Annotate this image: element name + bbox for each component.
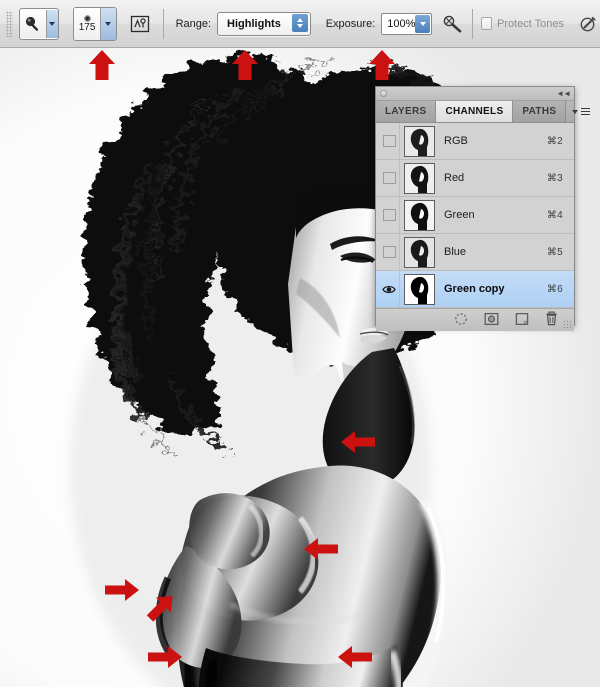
channel-shortcut: ⌘6 <box>546 283 563 295</box>
save-selection-icon <box>484 312 499 325</box>
range-label: Range: <box>175 17 212 30</box>
exposure-input[interactable]: 100% <box>381 12 433 35</box>
channel-name: Red <box>444 172 465 184</box>
visibility-toggle[interactable] <box>379 271 400 307</box>
exposure-value: 100% <box>387 17 416 30</box>
tablet-pressure-button[interactable] <box>578 11 600 37</box>
panel-titlebar[interactable]: ◄◄ <box>376 87 574 101</box>
exposure-label: Exposure: <box>325 17 376 30</box>
channel-row-blue[interactable]: Blue ⌘5 <box>376 234 574 271</box>
eye-icon-off <box>382 135 396 147</box>
protect-tones-label: Protect Tones <box>496 17 564 30</box>
brush-tip-icon <box>83 14 91 22</box>
channel-row-green[interactable]: Green ⌘4 <box>376 197 574 234</box>
channel-row-red[interactable]: Red ⌘3 <box>376 160 574 197</box>
brush-dropdown-arrow[interactable] <box>99 7 116 40</box>
channel-thumbnail <box>404 162 435 194</box>
channel-thumbnail <box>404 199 435 231</box>
airbrush-toggle[interactable] <box>442 11 464 37</box>
airbrush-icon <box>444 15 462 32</box>
tab-layers[interactable]: LAYERS <box>376 101 437 122</box>
double-chevron-icon[interactable]: ◄◄ <box>556 89 571 98</box>
brush-panel-icon <box>130 15 149 32</box>
channel-thumbnail <box>404 236 435 268</box>
channel-shortcut: ⌘2 <box>546 135 563 147</box>
chevron-down-icon <box>419 21 426 26</box>
burn-tool-icon <box>20 9 46 38</box>
chevron-down-icon <box>105 21 112 26</box>
options-bar-grip[interactable] <box>6 10 14 37</box>
annotation-arrow-bottom-left <box>148 645 182 674</box>
channel-thumbnail <box>404 125 435 157</box>
resize-grip-icon[interactable] <box>563 320 573 330</box>
eye-icon-off <box>382 172 396 184</box>
channel-shortcut: ⌘3 <box>546 172 563 184</box>
eye-icon <box>382 285 396 293</box>
panel-tab-strip: LAYERS CHANNELS PATHS <box>376 101 591 123</box>
range-select[interactable]: Highlights <box>217 11 312 36</box>
tool-options-bar: 175 Range: Highlights Exposure: 100% Pro… <box>0 0 600 48</box>
save-selection-button[interactable] <box>484 312 499 329</box>
channel-thumbnail <box>404 273 435 305</box>
channel-list: RGB ⌘2 Red ⌘3 Green ⌘4 Blue ⌘5 Green cop… <box>376 123 574 308</box>
brush-preview: 175 <box>74 7 100 40</box>
tool-preset-dropdown-arrow[interactable] <box>45 9 59 38</box>
annotation-arrow-bottom-right <box>338 645 372 674</box>
channel-row-green-copy[interactable]: Green copy ⌘6 <box>376 271 574 308</box>
chevron-down-icon <box>49 21 56 26</box>
channel-name: Blue <box>444 246 467 258</box>
tab-paths[interactable]: PATHS <box>513 101 567 122</box>
divider <box>162 8 164 39</box>
brush-size-value: 175 <box>78 21 96 33</box>
delete-channel-button[interactable] <box>545 311 558 329</box>
visibility-toggle[interactable] <box>379 160 400 196</box>
chevron-down-icon <box>572 109 579 114</box>
annotation-arrow-hip-left <box>105 578 139 607</box>
tool-preset-picker[interactable] <box>19 7 60 40</box>
chevron-up-icon <box>297 17 304 22</box>
panel-menu-icon[interactable] <box>566 101 596 122</box>
visibility-toggle[interactable] <box>379 197 400 233</box>
eye-icon-off <box>382 246 396 258</box>
channel-name: Green <box>444 209 475 221</box>
channel-shortcut: ⌘5 <box>546 246 563 258</box>
dotted-circle-icon <box>455 312 467 325</box>
channel-shortcut: ⌘4 <box>546 209 563 221</box>
visibility-toggle[interactable] <box>379 123 400 159</box>
channels-panel-footer <box>376 308 574 331</box>
channel-name: RGB <box>444 135 468 147</box>
annotation-arrow-top-2 <box>231 50 259 85</box>
exposure-dropdown-arrow[interactable] <box>415 14 431 33</box>
range-stepper-arrows[interactable] <box>292 13 309 32</box>
divider <box>472 8 474 39</box>
annotation-arrow-shoulder <box>341 430 375 459</box>
channel-row-rgb[interactable]: RGB ⌘2 <box>376 123 574 160</box>
tablet-pressure-icon <box>580 16 596 31</box>
eye-icon-off <box>382 209 396 221</box>
tab-channels[interactable]: CHANNELS <box>436 101 514 122</box>
channels-panel[interactable]: ◄◄ LAYERS CHANNELS PATHS RGB ⌘2 Red ⌘3 G… <box>375 86 591 331</box>
hamburger-icon <box>581 107 591 116</box>
trash-icon <box>546 311 557 326</box>
channel-name: Green copy <box>444 283 505 295</box>
visibility-toggle[interactable] <box>379 234 400 270</box>
chevron-down-icon <box>297 23 304 28</box>
toggle-brush-panel-button[interactable] <box>129 11 151 37</box>
create-new-channel-button[interactable] <box>515 312 529 329</box>
annotation-arrow-waist <box>304 537 338 566</box>
annotation-arrow-top-1 <box>88 50 116 85</box>
protect-tones-checkbox[interactable] <box>481 17 492 30</box>
new-channel-icon <box>515 312 529 325</box>
annotation-arrow-top-3 <box>368 50 396 85</box>
panel-dot-icon <box>380 90 387 97</box>
brush-preset-picker[interactable]: 175 <box>73 6 117 41</box>
load-selection-button[interactable] <box>454 312 468 329</box>
range-value: Highlights <box>227 17 281 30</box>
